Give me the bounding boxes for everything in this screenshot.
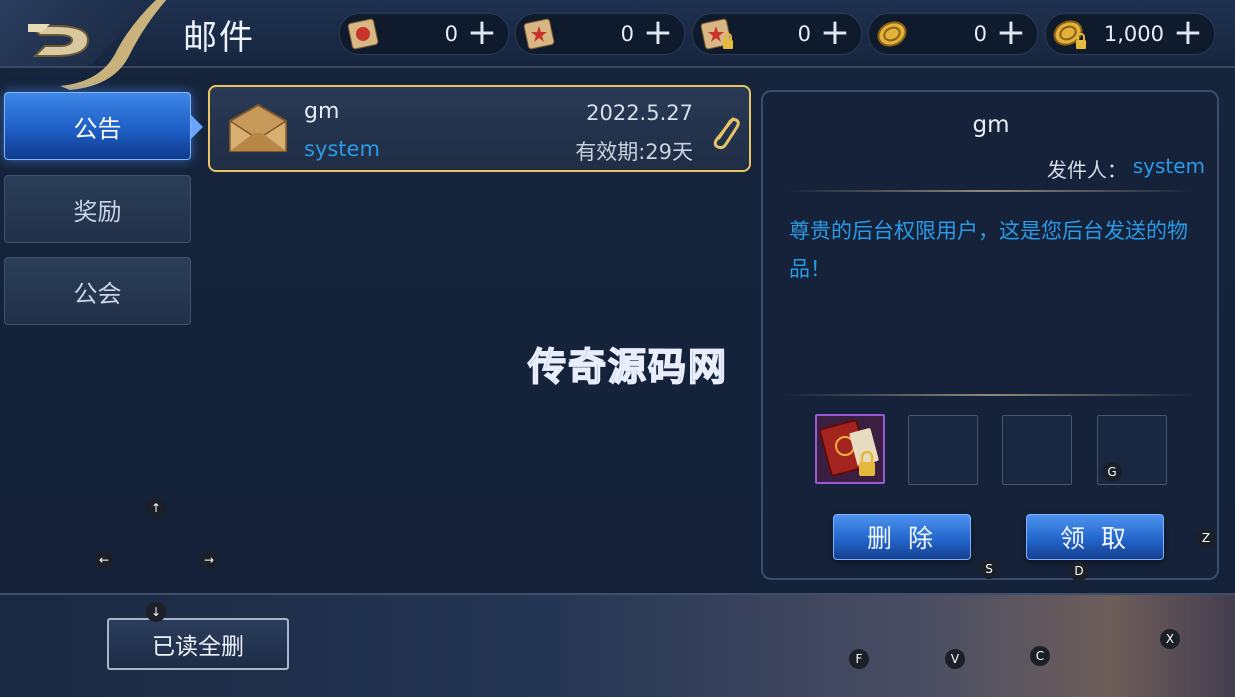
mail-detail-panel: gm 发件人： system 尊贵的后台权限用户，这是您后台发送的物品！ 删 除… bbox=[761, 90, 1219, 580]
locked-gold-coin-icon bbox=[1053, 20, 1086, 49]
currency-scroll-red: 0 + bbox=[339, 13, 509, 55]
currency-scroll-locked: 0 + bbox=[692, 13, 862, 55]
tab-label: 公会 bbox=[73, 279, 122, 308]
delete-all-read-button[interactable]: 已读全删 bbox=[107, 618, 289, 670]
red-book-locked-icon bbox=[819, 419, 879, 477]
add-currency-button[interactable]: + bbox=[817, 15, 853, 51]
mail-date: 2022.5.27 bbox=[586, 101, 693, 125]
attachment-slot-3[interactable] bbox=[1002, 415, 1072, 485]
currency-scroll-star: 0 + bbox=[515, 13, 685, 55]
currency-gold-locked: 1,000 + bbox=[1045, 13, 1215, 55]
attachment-slot-2[interactable] bbox=[908, 415, 978, 485]
key-hint-v: V bbox=[945, 649, 965, 669]
currency-value: 0 bbox=[973, 22, 987, 46]
key-hint-g: G bbox=[1102, 462, 1122, 482]
star-scroll-icon bbox=[523, 18, 555, 50]
key-hint-c: C bbox=[1030, 646, 1050, 666]
key-hint-z: Z bbox=[1196, 528, 1216, 548]
mail-sender-id: system bbox=[304, 137, 380, 161]
locked-scroll-icon bbox=[700, 18, 733, 50]
key-hint-x: X bbox=[1160, 629, 1180, 649]
gold-coin-icon bbox=[877, 21, 907, 47]
currency-value: 0 bbox=[444, 22, 458, 46]
divider bbox=[783, 190, 1197, 192]
detail-body: 尊贵的后台权限用户，这是您后台发送的物品！ bbox=[789, 219, 1188, 281]
key-hint-s: S bbox=[979, 559, 999, 579]
mail-sender-name: gm bbox=[304, 99, 340, 124]
currency-value: 0 bbox=[797, 22, 811, 46]
delete-button[interactable]: 删 除 bbox=[833, 514, 971, 560]
paperclip-icon bbox=[713, 117, 740, 150]
add-currency-button[interactable]: + bbox=[464, 15, 500, 51]
currency-gold: 0 + bbox=[868, 13, 1038, 55]
tab-label: 奖励 bbox=[73, 197, 122, 226]
currency-value: 1,000 bbox=[1103, 22, 1164, 46]
tab-announcement[interactable]: 公告 bbox=[4, 92, 191, 160]
add-currency-button[interactable]: + bbox=[993, 15, 1029, 51]
tab-label: 公告 bbox=[73, 114, 122, 143]
attachment-slot-1[interactable] bbox=[815, 414, 885, 484]
mail-list-item[interactable]: gm system 2022.5.27 有效期:29天 bbox=[208, 85, 751, 172]
key-hint-left: ← bbox=[94, 550, 114, 570]
currency-value: 0 bbox=[620, 22, 634, 46]
add-currency-button[interactable]: + bbox=[1170, 15, 1206, 51]
claim-button[interactable]: 领 取 bbox=[1026, 514, 1164, 560]
red-scroll-icon bbox=[347, 18, 379, 50]
detail-title: gm bbox=[972, 112, 1010, 138]
tab-reward[interactable]: 奖励 bbox=[4, 175, 191, 243]
key-hint-down: ↓ bbox=[146, 602, 166, 622]
watermark-logo: 传奇源码网 bbox=[527, 344, 729, 390]
add-currency-button[interactable]: + bbox=[640, 15, 676, 51]
tab-guild[interactable]: 公会 bbox=[4, 257, 191, 325]
detail-from-value: system bbox=[1132, 154, 1205, 178]
key-hint-up: ↑ bbox=[146, 498, 166, 518]
page-title: 邮件 bbox=[183, 18, 255, 58]
active-tab-pointer-icon bbox=[191, 115, 203, 139]
mail-validity: 有效期:29天 bbox=[575, 140, 693, 164]
divider bbox=[783, 394, 1197, 396]
key-hint-f: F bbox=[849, 649, 869, 669]
envelope-icon bbox=[229, 103, 287, 152]
key-hint-d: D bbox=[1069, 561, 1089, 581]
swoosh-divider-icon bbox=[60, 0, 167, 90]
key-hint-right: → bbox=[199, 550, 219, 570]
detail-from-label: 发件人： bbox=[1047, 158, 1127, 182]
